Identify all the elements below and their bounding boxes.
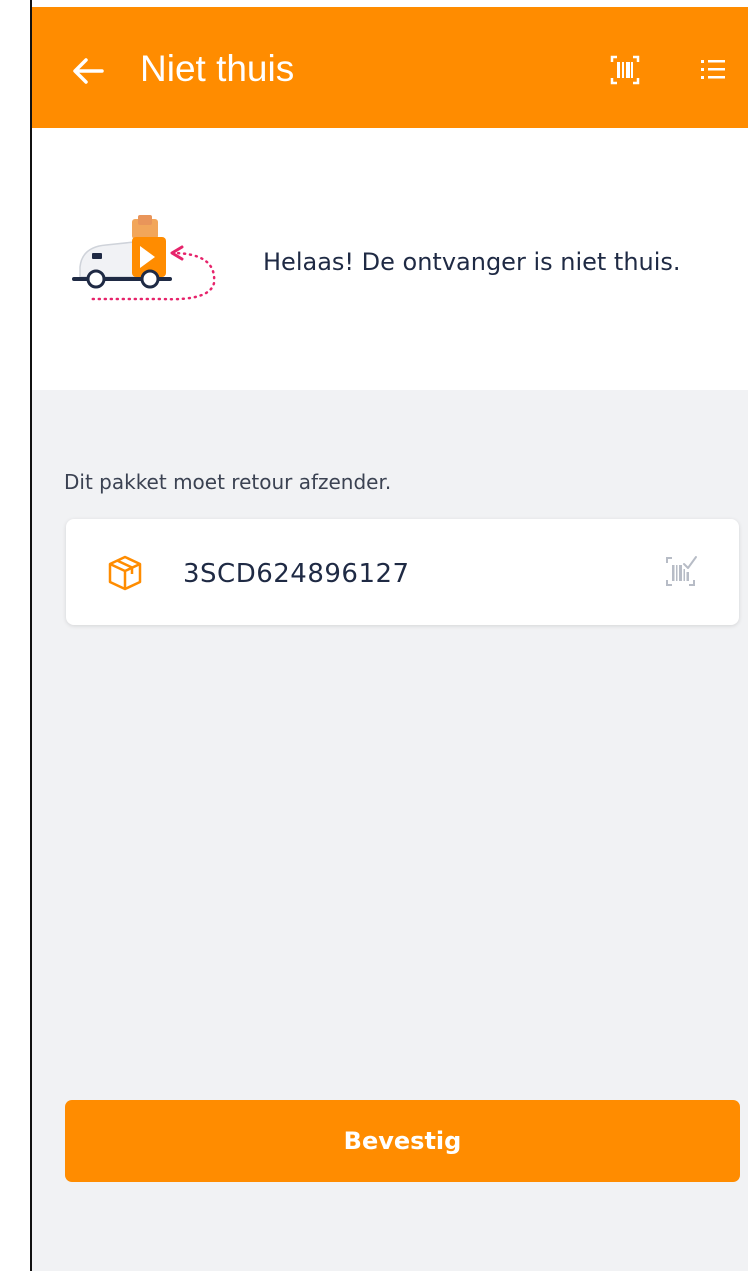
confirm-button[interactable]: Bevestig bbox=[65, 1100, 740, 1182]
barcode-check-icon bbox=[666, 556, 697, 586]
outer-margin bbox=[0, 0, 30, 1271]
status-message: Helaas! De ontvanger is niet thuis. bbox=[263, 248, 681, 276]
back-button[interactable] bbox=[66, 49, 110, 93]
arrow-left-icon bbox=[73, 58, 104, 84]
section-label: Dit pakket moet retour afzender. bbox=[64, 470, 392, 494]
app-bar: Niet thuis bbox=[32, 7, 748, 128]
parcel-card[interactable]: 3SCD624896127 bbox=[66, 519, 739, 625]
app-frame: Niet thuis Helaas! De ontvanger is niet … bbox=[0, 0, 748, 1271]
page-title: Niet thuis bbox=[140, 48, 295, 89]
package-box-icon bbox=[108, 555, 142, 591]
list-icon bbox=[701, 60, 725, 79]
barcode-scan-button[interactable] bbox=[610, 55, 640, 85]
screen: Niet thuis Helaas! De ontvanger is niet … bbox=[32, 0, 748, 1271]
parcel-code: 3SCD624896127 bbox=[183, 559, 410, 589]
barcode-scan-icon bbox=[610, 55, 640, 85]
confirm-button-label: Bevestig bbox=[343, 1127, 462, 1155]
list-button[interactable] bbox=[698, 55, 728, 85]
status-banner: Helaas! De ontvanger is niet thuis. bbox=[32, 128, 748, 390]
delivery-van-return-icon bbox=[72, 215, 216, 301]
status-spacer bbox=[32, 0, 748, 7]
